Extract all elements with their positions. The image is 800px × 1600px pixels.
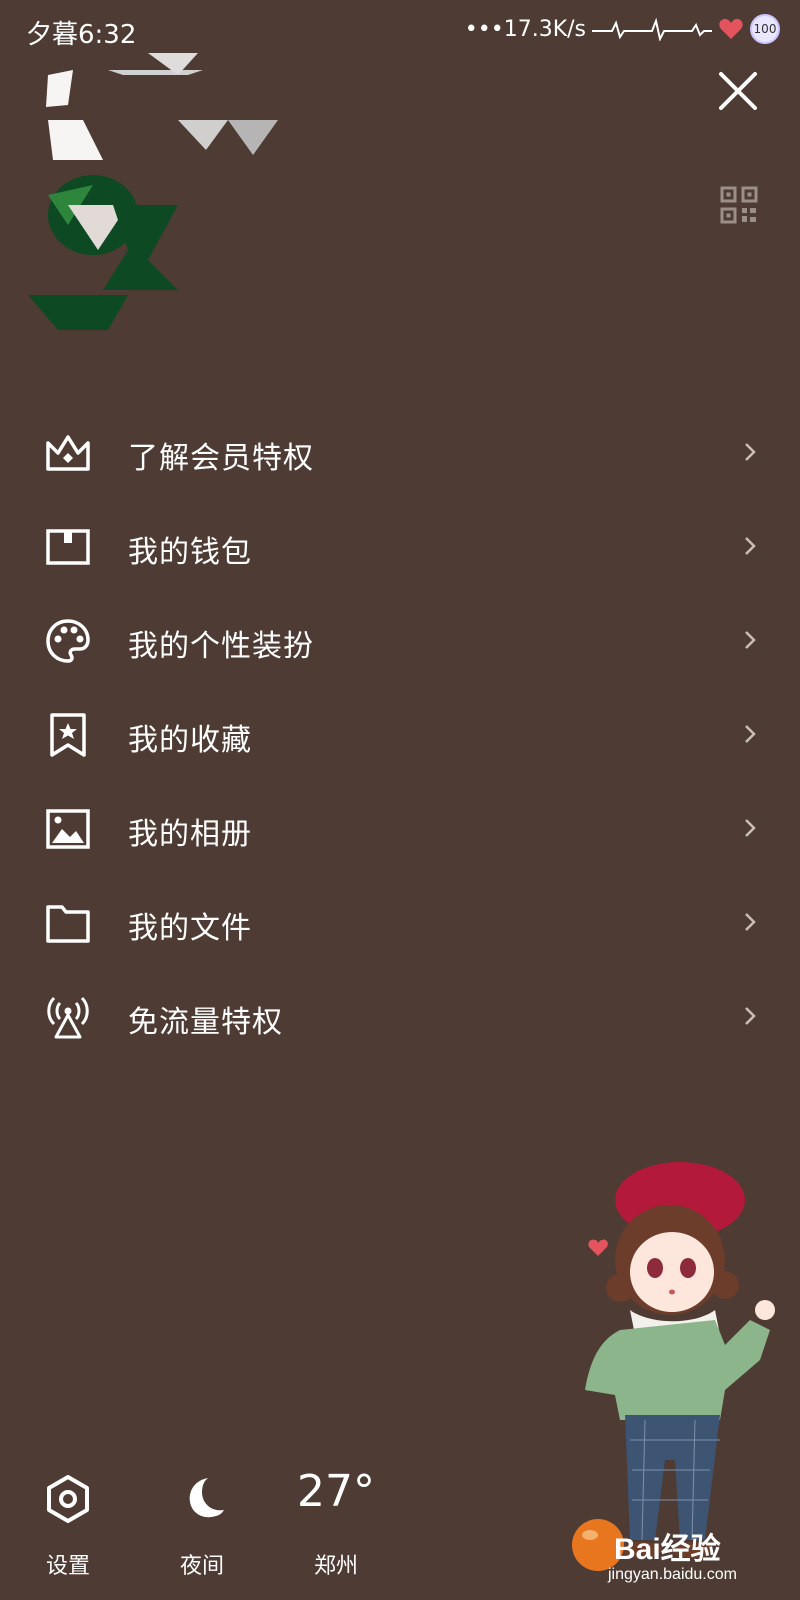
menu-item-album[interactable]: 我的相册 (0, 781, 800, 875)
watermark: Bai经验 jingyan.baidu.com (600, 1520, 800, 1600)
moon-icon (189, 1478, 224, 1518)
menu-item-free-data[interactable]: 免流量特权 (0, 969, 800, 1063)
crown-icon (46, 435, 90, 471)
menu-item-label: 我的钱包 (128, 535, 252, 570)
night-mode-label: 夜间 (179, 1554, 224, 1579)
qr-code-icon[interactable] (720, 186, 758, 224)
chevron-right-icon (745, 631, 756, 649)
night-mode-button[interactable]: 夜间 (152, 1470, 252, 1580)
menu-item-favorites[interactable]: 我的收藏 (0, 687, 800, 781)
antenna-icon (47, 996, 89, 1039)
chevron-right-icon (745, 537, 756, 555)
menu-item-label: 我的相册 (128, 817, 252, 852)
palette-icon (46, 619, 90, 663)
menu-item-label: 了解会员特权 (128, 441, 314, 476)
folder-icon (46, 905, 90, 943)
heart-icon (719, 18, 743, 39)
avatar[interactable] (28, 45, 288, 345)
wallet-icon (46, 529, 90, 565)
chevron-right-icon (745, 725, 756, 743)
weather-button[interactable]: 27° 郑州 (286, 1466, 386, 1580)
settings-label: 设置 (45, 1554, 90, 1579)
watermark-url: jingyan.baidu.com (608, 1566, 737, 1583)
city-label: 郑州 (313, 1554, 358, 1579)
menu-item-label: 免流量特权 (128, 1005, 283, 1040)
temperature-value: 27° (297, 1466, 375, 1517)
signal-icon (592, 17, 712, 41)
chevron-right-icon (745, 913, 756, 931)
image-icon (46, 809, 90, 849)
chevron-right-icon (745, 443, 756, 461)
menu-item-theme[interactable]: 我的个性装扮 (0, 593, 800, 687)
settings-button[interactable]: 设置 (18, 1470, 118, 1580)
network-speed: •••17.3K/s (464, 16, 586, 42)
menu-item-vip[interactable]: 了解会员特权 (0, 405, 800, 499)
close-icon[interactable] (713, 66, 763, 116)
chevron-right-icon (745, 819, 756, 837)
battery-badge: 100 (750, 14, 780, 44)
menu-item-label: 我的收藏 (128, 723, 252, 758)
menu-item-label: 我的个性装扮 (128, 629, 314, 664)
menu-item-label: 我的文件 (128, 911, 252, 946)
menu-item-wallet[interactable]: 我的钱包 (0, 499, 800, 593)
settings-icon (47, 1475, 89, 1523)
chevron-right-icon (745, 1007, 756, 1025)
bookmark-star-icon (50, 713, 86, 757)
menu-item-files[interactable]: 我的文件 (0, 875, 800, 969)
status-right: •••17.3K/s 100 (465, 12, 780, 46)
watermark-brand: Bai经验 (614, 1533, 721, 1566)
